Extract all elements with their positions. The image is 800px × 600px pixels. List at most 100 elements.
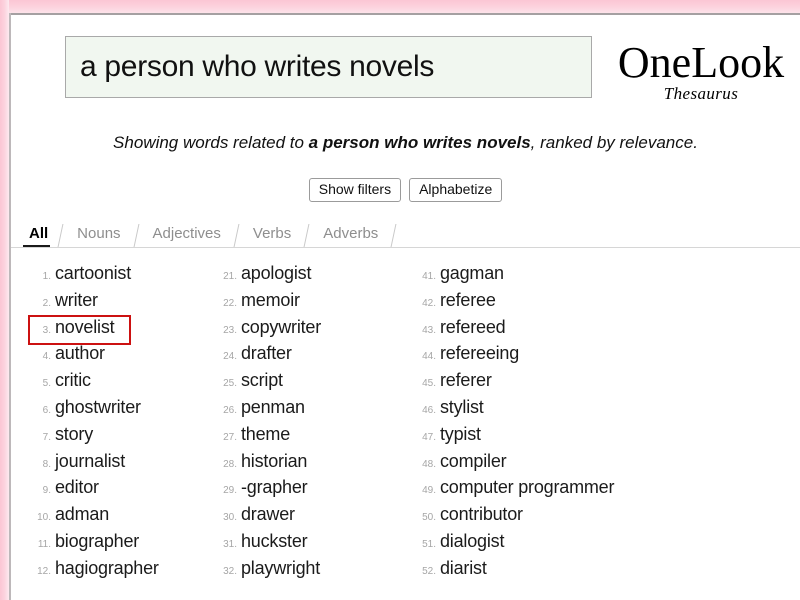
- result-item[interactable]: 11. biographer: [33, 531, 211, 558]
- result-rank: 46.: [422, 404, 436, 416]
- result-item[interactable]: 30. drawer: [219, 504, 406, 531]
- result-word-link[interactable]: referee: [440, 290, 496, 311]
- result-item[interactable]: 2. writer: [33, 290, 211, 317]
- onelook-thesaurus-page: a person who writes novels OneLook Thesa…: [0, 0, 800, 600]
- result-item[interactable]: 12. hagiographer: [33, 558, 211, 585]
- result-rank: 4.: [42, 351, 51, 363]
- result-word-link[interactable]: computer programmer: [440, 477, 614, 498]
- result-word-link[interactable]: drawer: [241, 504, 295, 525]
- result-word-link[interactable]: -grapher: [241, 477, 308, 498]
- result-word-link[interactable]: referer: [440, 370, 492, 391]
- result-word-link[interactable]: typist: [440, 424, 481, 445]
- show-filters-button[interactable]: Show filters: [308, 178, 402, 202]
- tab-adjectives[interactable]: Adjectives: [142, 224, 232, 247]
- result-item[interactable]: 48. compiler: [418, 451, 736, 478]
- results-column-1: 1. cartoonist 2. writer 3. novelist 4. author 5.…: [11, 263, 211, 585]
- tab-nouns[interactable]: Nouns: [66, 224, 131, 247]
- result-item[interactable]: 1. cartoonist: [33, 263, 211, 290]
- result-item[interactable]: 5. critic: [33, 370, 211, 397]
- result-rank: 28.: [223, 458, 237, 470]
- result-word-link[interactable]: memoir: [241, 290, 300, 311]
- result-word-link[interactable]: historian: [241, 451, 307, 472]
- result-item[interactable]: 43. refereed: [418, 317, 736, 344]
- part-of-speech-tabbar: All Nouns Adjectives Verbs Adverbs: [11, 219, 800, 253]
- logo-tagline: Thesaurus: [663, 84, 739, 103]
- result-item[interactable]: 6. ghostwriter: [33, 397, 211, 424]
- result-rank: 32.: [223, 565, 237, 577]
- result-item[interactable]: 41. gagman: [418, 263, 736, 290]
- result-item[interactable]: 26. penman: [219, 397, 406, 424]
- result-word-link[interactable]: penman: [241, 397, 305, 418]
- results-toolbar: Show filters Alphabetize: [11, 178, 800, 202]
- result-word-link[interactable]: apologist: [241, 263, 311, 284]
- result-word-link[interactable]: author: [55, 343, 105, 364]
- result-item[interactable]: 31. huckster: [219, 531, 406, 558]
- result-word-link[interactable]: huckster: [241, 531, 308, 552]
- result-word-link[interactable]: critic: [55, 370, 91, 391]
- result-item[interactable]: 51. dialogist: [418, 531, 736, 558]
- tab-separator-icon: [389, 223, 399, 247]
- result-item[interactable]: 50. contributor: [418, 504, 736, 531]
- result-rank: 52.: [422, 565, 436, 577]
- result-item[interactable]: 29. -grapher: [219, 477, 406, 504]
- result-item[interactable]: 7. story: [33, 424, 211, 451]
- result-item[interactable]: 46. stylist: [418, 397, 736, 424]
- result-item[interactable]: 32. playwright: [219, 558, 406, 585]
- result-item[interactable]: 52. diarist: [418, 558, 736, 585]
- result-word-link[interactable]: ghostwriter: [55, 397, 141, 418]
- result-word-link[interactable]: gagman: [440, 263, 504, 284]
- result-word-link[interactable]: hagiographer: [55, 558, 159, 579]
- result-word-link[interactable]: refereed: [440, 317, 506, 338]
- result-item[interactable]: 4. author: [33, 343, 211, 370]
- result-item[interactable]: 8. journalist: [33, 451, 211, 478]
- result-item[interactable]: 24. drafter: [219, 343, 406, 370]
- results-columns: 1. cartoonist 2. writer 3. novelist 4. author 5.…: [11, 263, 800, 585]
- result-word-link[interactable]: story: [55, 424, 93, 445]
- result-word-link[interactable]: writer: [55, 290, 98, 311]
- result-word-link[interactable]: editor: [55, 477, 99, 498]
- result-rank: 12.: [37, 565, 51, 577]
- result-item[interactable]: 42. referee: [418, 290, 736, 317]
- result-item[interactable]: 28. historian: [219, 451, 406, 478]
- tab-adverbs[interactable]: Adverbs: [312, 224, 389, 247]
- alphabetize-button[interactable]: Alphabetize: [409, 178, 503, 202]
- result-rank: 51.: [422, 538, 436, 550]
- result-item[interactable]: 21. apologist: [219, 263, 406, 290]
- result-item[interactable]: 25. script: [219, 370, 406, 397]
- result-item[interactable]: 47. typist: [418, 424, 736, 451]
- result-item[interactable]: 10. adman: [33, 504, 211, 531]
- result-word-link[interactable]: refereeing: [440, 343, 519, 364]
- result-word-link[interactable]: script: [241, 370, 283, 391]
- frame-top-band: [0, 0, 800, 13]
- result-word-link[interactable]: cartoonist: [55, 263, 131, 284]
- search-input[interactable]: a person who writes novels: [65, 36, 592, 98]
- tab-verbs[interactable]: Verbs: [242, 224, 302, 247]
- frame-left-band: [0, 0, 9, 600]
- result-item[interactable]: 22. memoir: [219, 290, 406, 317]
- result-item[interactable]: 9. editor: [33, 477, 211, 504]
- result-item[interactable]: 45. referer: [418, 370, 736, 397]
- result-rank: 3.: [42, 324, 51, 336]
- result-word-link[interactable]: stylist: [440, 397, 484, 418]
- result-rank: 30.: [223, 512, 237, 524]
- result-word-link[interactable]: playwright: [241, 558, 320, 579]
- result-word-link[interactable]: contributor: [440, 504, 523, 525]
- result-word-link[interactable]: journalist: [55, 451, 125, 472]
- result-word-link[interactable]: copywriter: [241, 317, 321, 338]
- result-word-link[interactable]: novelist: [55, 317, 115, 338]
- tab-all[interactable]: All: [23, 224, 56, 247]
- result-item[interactable]: 49. computer programmer: [418, 477, 736, 504]
- result-word-link[interactable]: dialogist: [440, 531, 504, 552]
- result-word-link[interactable]: theme: [241, 424, 290, 445]
- result-word-link[interactable]: adman: [55, 504, 109, 525]
- result-word-link[interactable]: diarist: [440, 558, 487, 579]
- result-item[interactable]: 23. copywriter: [219, 317, 406, 344]
- result-word-link[interactable]: drafter: [241, 343, 292, 364]
- result-item-highlighted[interactable]: 3. novelist: [28, 314, 211, 345]
- result-word-link[interactable]: compiler: [440, 451, 507, 472]
- result-item[interactable]: 44. refereeing: [418, 343, 736, 370]
- result-word-link[interactable]: biographer: [55, 531, 139, 552]
- result-rank: 44.: [422, 351, 436, 363]
- onelook-logo[interactable]: OneLook Thesaurus: [611, 40, 791, 104]
- result-item[interactable]: 27. theme: [219, 424, 406, 451]
